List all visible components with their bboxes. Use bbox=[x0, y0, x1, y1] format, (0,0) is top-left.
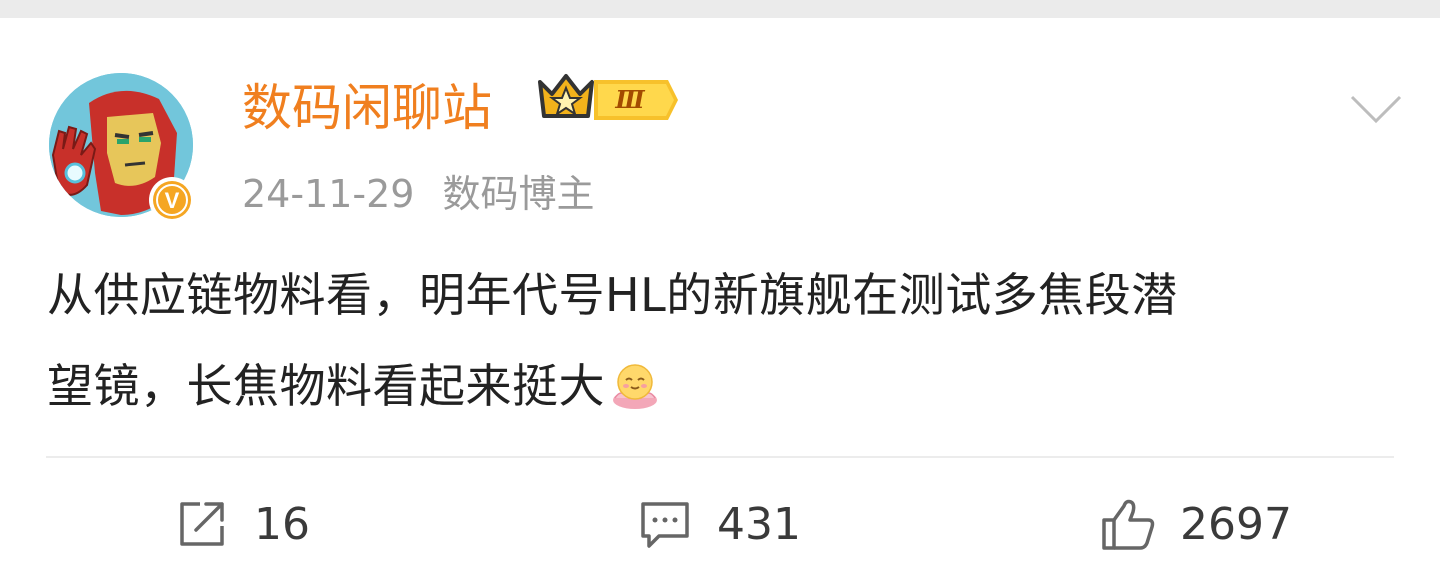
post-text-line-2: 望镜，长焦物料看起来挺大 bbox=[47, 341, 1397, 432]
repost-button[interactable]: 16 bbox=[174, 494, 310, 554]
repost-count: 16 bbox=[254, 498, 310, 550]
divider bbox=[46, 456, 1394, 458]
like-button[interactable]: 2697 bbox=[1100, 494, 1292, 554]
comment-button[interactable]: 431 bbox=[637, 494, 801, 554]
post-date: 24-11-29 bbox=[242, 172, 415, 216]
post-meta: 24-11-29 数码博主 bbox=[242, 170, 595, 218]
like-count: 2697 bbox=[1180, 498, 1292, 550]
thumbs-up-icon bbox=[1102, 499, 1155, 550]
post-text-line: 从供应链物料看，明年代号HL的新旗舰在测试多焦段潜 bbox=[47, 268, 1178, 322]
post-text-line: 望镜，长焦物料看起来挺大 bbox=[47, 359, 605, 413]
svg-text:V: V bbox=[165, 188, 180, 213]
top-separator-strip bbox=[0, 0, 1440, 18]
rank-crown-badge-icon[interactable]: Ⅲ bbox=[536, 68, 682, 132]
post-content: 从供应链物料看，明年代号HL的新旗舰在测试多焦段潜 望镜，长焦物料看起来挺大 bbox=[47, 250, 1397, 432]
comment-count: 431 bbox=[717, 498, 801, 550]
author-role: 数码博主 bbox=[442, 172, 595, 216]
comment-icon bbox=[641, 502, 689, 548]
share-icon bbox=[180, 502, 224, 546]
verified-badge-icon: V bbox=[149, 177, 195, 223]
weibo-post-card: V 数码闲聊站 Ⅲ 24-11-29 数码博主 从供应链物料看，明年代号HL的新旗… bbox=[0, 18, 1440, 582]
chevron-down-icon[interactable] bbox=[1348, 93, 1404, 125]
rank-level-label: Ⅲ bbox=[614, 85, 645, 114]
username[interactable]: 数码闲聊站 bbox=[242, 76, 492, 140]
lotus-smile-emoji-icon bbox=[613, 364, 657, 409]
